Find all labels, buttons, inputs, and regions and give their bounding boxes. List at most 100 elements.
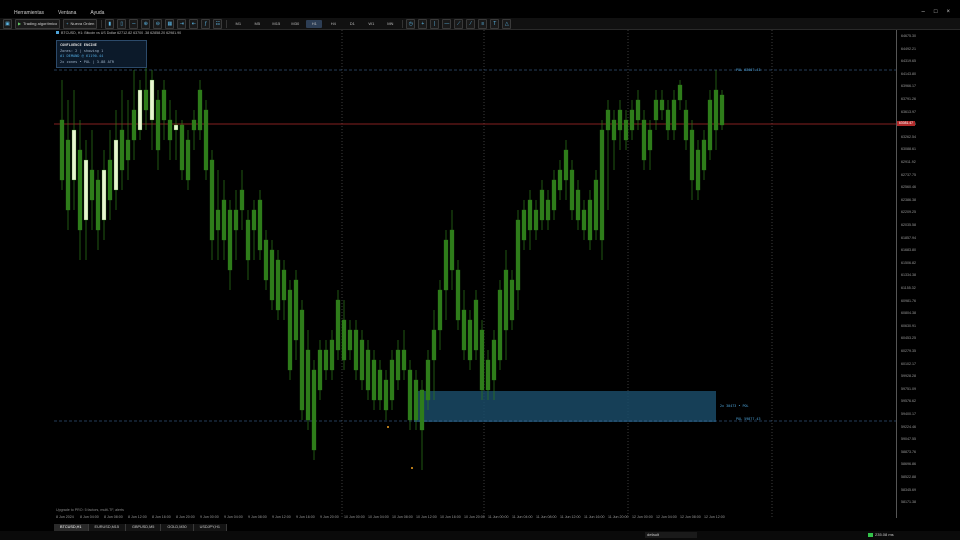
autoscroll-icon[interactable]: ⇥ [177, 18, 187, 29]
text-icon[interactable]: T [490, 18, 500, 29]
tab-usdjpy[interactable]: USDJPY,H1 [193, 524, 227, 531]
shapes-icon[interactable]: △ [502, 18, 512, 29]
timeframe-m1[interactable]: M1 [230, 20, 246, 28]
menu-item-window[interactable]: Ventana [58, 10, 76, 16]
candle-body [353, 329, 359, 371]
indicators-icon[interactable]: ƒ [201, 18, 211, 29]
timeframe-d1[interactable]: D1 [344, 20, 360, 28]
price-tick-label: 63088.61 [901, 147, 916, 152]
restore-icon[interactable]: □ [934, 9, 938, 15]
candle-body [497, 289, 503, 361]
candle-body [707, 99, 713, 151]
bar-chart-icon[interactable]: ▮ [105, 18, 115, 29]
candle-body [269, 249, 275, 301]
horizontal-line-icon[interactable]: ― [442, 18, 452, 29]
candle-body [527, 199, 533, 231]
time-tick-label: 11 Jun 04:00 [512, 515, 533, 519]
timeframe-h4[interactable]: H4 [325, 20, 341, 28]
candle-body [317, 349, 323, 391]
tab-gold[interactable]: GOLD,M30 [161, 524, 194, 531]
price-tick-label: 62209.25 [901, 210, 916, 215]
line-chart-icon[interactable]: ∼ [129, 18, 139, 29]
time-tick-label: 8 Jun 12:00 [128, 515, 147, 519]
chart-window-icon[interactable]: ▣ [3, 18, 12, 29]
price-axis[interactable]: 64675.30 64492.21 64319.65 64143.80 63966.17… [896, 30, 960, 518]
signal-marker [387, 426, 389, 428]
candle-body [161, 89, 167, 121]
period-icon[interactable]: ◷ [406, 18, 416, 29]
price-tick-label: 62035.58 [901, 223, 916, 227]
candle-body [293, 279, 299, 341]
grid-icon[interactable]: ▦ [165, 18, 175, 29]
time-tick-label: 9 Jun 08:00 [248, 515, 267, 519]
candle-body [689, 129, 695, 181]
price-tick-label: 60981.76 [901, 298, 916, 303]
candle-body [185, 139, 191, 181]
price-tick-label: 59576.62 [901, 399, 916, 404]
confluence-panel: CONFLUENCE ENGINE Zones: 2 | showing 1 #… [56, 40, 147, 68]
templates-icon[interactable]: ☷ [213, 18, 223, 29]
time-tick-label: 10 Jun 04:00 [368, 515, 389, 519]
tab-btcusd[interactable]: BTCUSD,H1 [54, 524, 89, 531]
candle-body [575, 189, 581, 221]
chart-shift-icon[interactable]: ⇤ [189, 18, 199, 29]
minimize-icon[interactable]: – [922, 9, 925, 15]
profile-selector[interactable]: default [645, 532, 697, 538]
vertical-line-icon[interactable]: | [430, 18, 440, 29]
price-tick-label: 58345.69 [901, 487, 916, 492]
time-tick-label: 9 Jun 16:00 [296, 515, 315, 519]
price-tick-label: 62911.92 [901, 160, 916, 164]
new-order-button[interactable]: + Nueva Orden [63, 18, 98, 29]
candle-body [125, 139, 131, 161]
time-tick-label: 8 Jun 20:00 [176, 515, 195, 519]
plus-icon: + [66, 21, 69, 26]
candle-body [341, 319, 347, 361]
time-tick-label: 9 Jun 00:00 [200, 515, 219, 519]
zoom-out-icon[interactable]: ⊖ [153, 18, 163, 29]
close-icon[interactable]: × [946, 9, 950, 15]
price-tick-label: 64319.65 [901, 59, 916, 64]
candlestick-icon[interactable]: ▯ [117, 18, 127, 29]
candle-body [143, 89, 149, 111]
panel-detail: 2x zones • POL | 3.88 ATR [60, 59, 115, 64]
algo-trading-button[interactable]: ▶ Trading algorítmico [15, 18, 61, 29]
candle-body [359, 339, 365, 381]
candle-body [461, 309, 467, 351]
zoom-in-icon[interactable]: ⊕ [141, 18, 151, 29]
tab-gbpusd[interactable]: GBPUSD,M5 [126, 524, 162, 531]
candle-body [107, 159, 113, 201]
channel-icon[interactable]: ⁄ [466, 18, 476, 29]
menu-item-tools[interactable]: Herramientas [14, 10, 44, 16]
timeframe-mn[interactable]: MN [382, 20, 398, 28]
upper-line-label: POL 63607.43 [736, 68, 761, 72]
fibonacci-icon[interactable]: ≡ [478, 18, 488, 29]
crosshair-icon[interactable]: + [418, 18, 428, 29]
candle-body [551, 179, 557, 211]
candle-body [539, 189, 545, 221]
candle-body [485, 359, 491, 391]
candle-body [503, 269, 509, 331]
timeframe-m30[interactable]: M30 [287, 20, 303, 28]
time-axis[interactable]: 8 Jun 2024 8 Jun 04:00 8 Jun 08:00 8 Jun 12… [54, 515, 896, 522]
timeframe-h1[interactable]: H1 [306, 19, 323, 28]
timeframe-m15[interactable]: M15 [268, 20, 284, 28]
timeframe-w1[interactable]: W1 [363, 20, 379, 28]
candle-body [137, 89, 143, 131]
candle-body [419, 389, 425, 431]
tab-eurusd[interactable]: EURUSD,M15 [88, 524, 127, 531]
candle-body [647, 129, 653, 151]
time-tick-label: 12 Jun 00:00 [632, 515, 653, 519]
timeframe-m5[interactable]: M5 [249, 20, 265, 28]
price-chart[interactable] [54, 30, 896, 518]
candle-body [407, 369, 413, 421]
signal-marker [411, 467, 413, 469]
candle-body [425, 359, 431, 401]
candle-body [599, 129, 605, 241]
candle-body [701, 139, 707, 171]
candle-body [245, 219, 251, 261]
menu-item-help[interactable]: Ayuda [90, 10, 104, 16]
time-tick-label: 10 Jun 00:00 [344, 515, 365, 519]
price-tick-label: 62560.46 [901, 185, 916, 190]
trendline-icon[interactable]: ⟋ [454, 18, 464, 29]
price-tick-label: 64675.30 [901, 34, 916, 38]
